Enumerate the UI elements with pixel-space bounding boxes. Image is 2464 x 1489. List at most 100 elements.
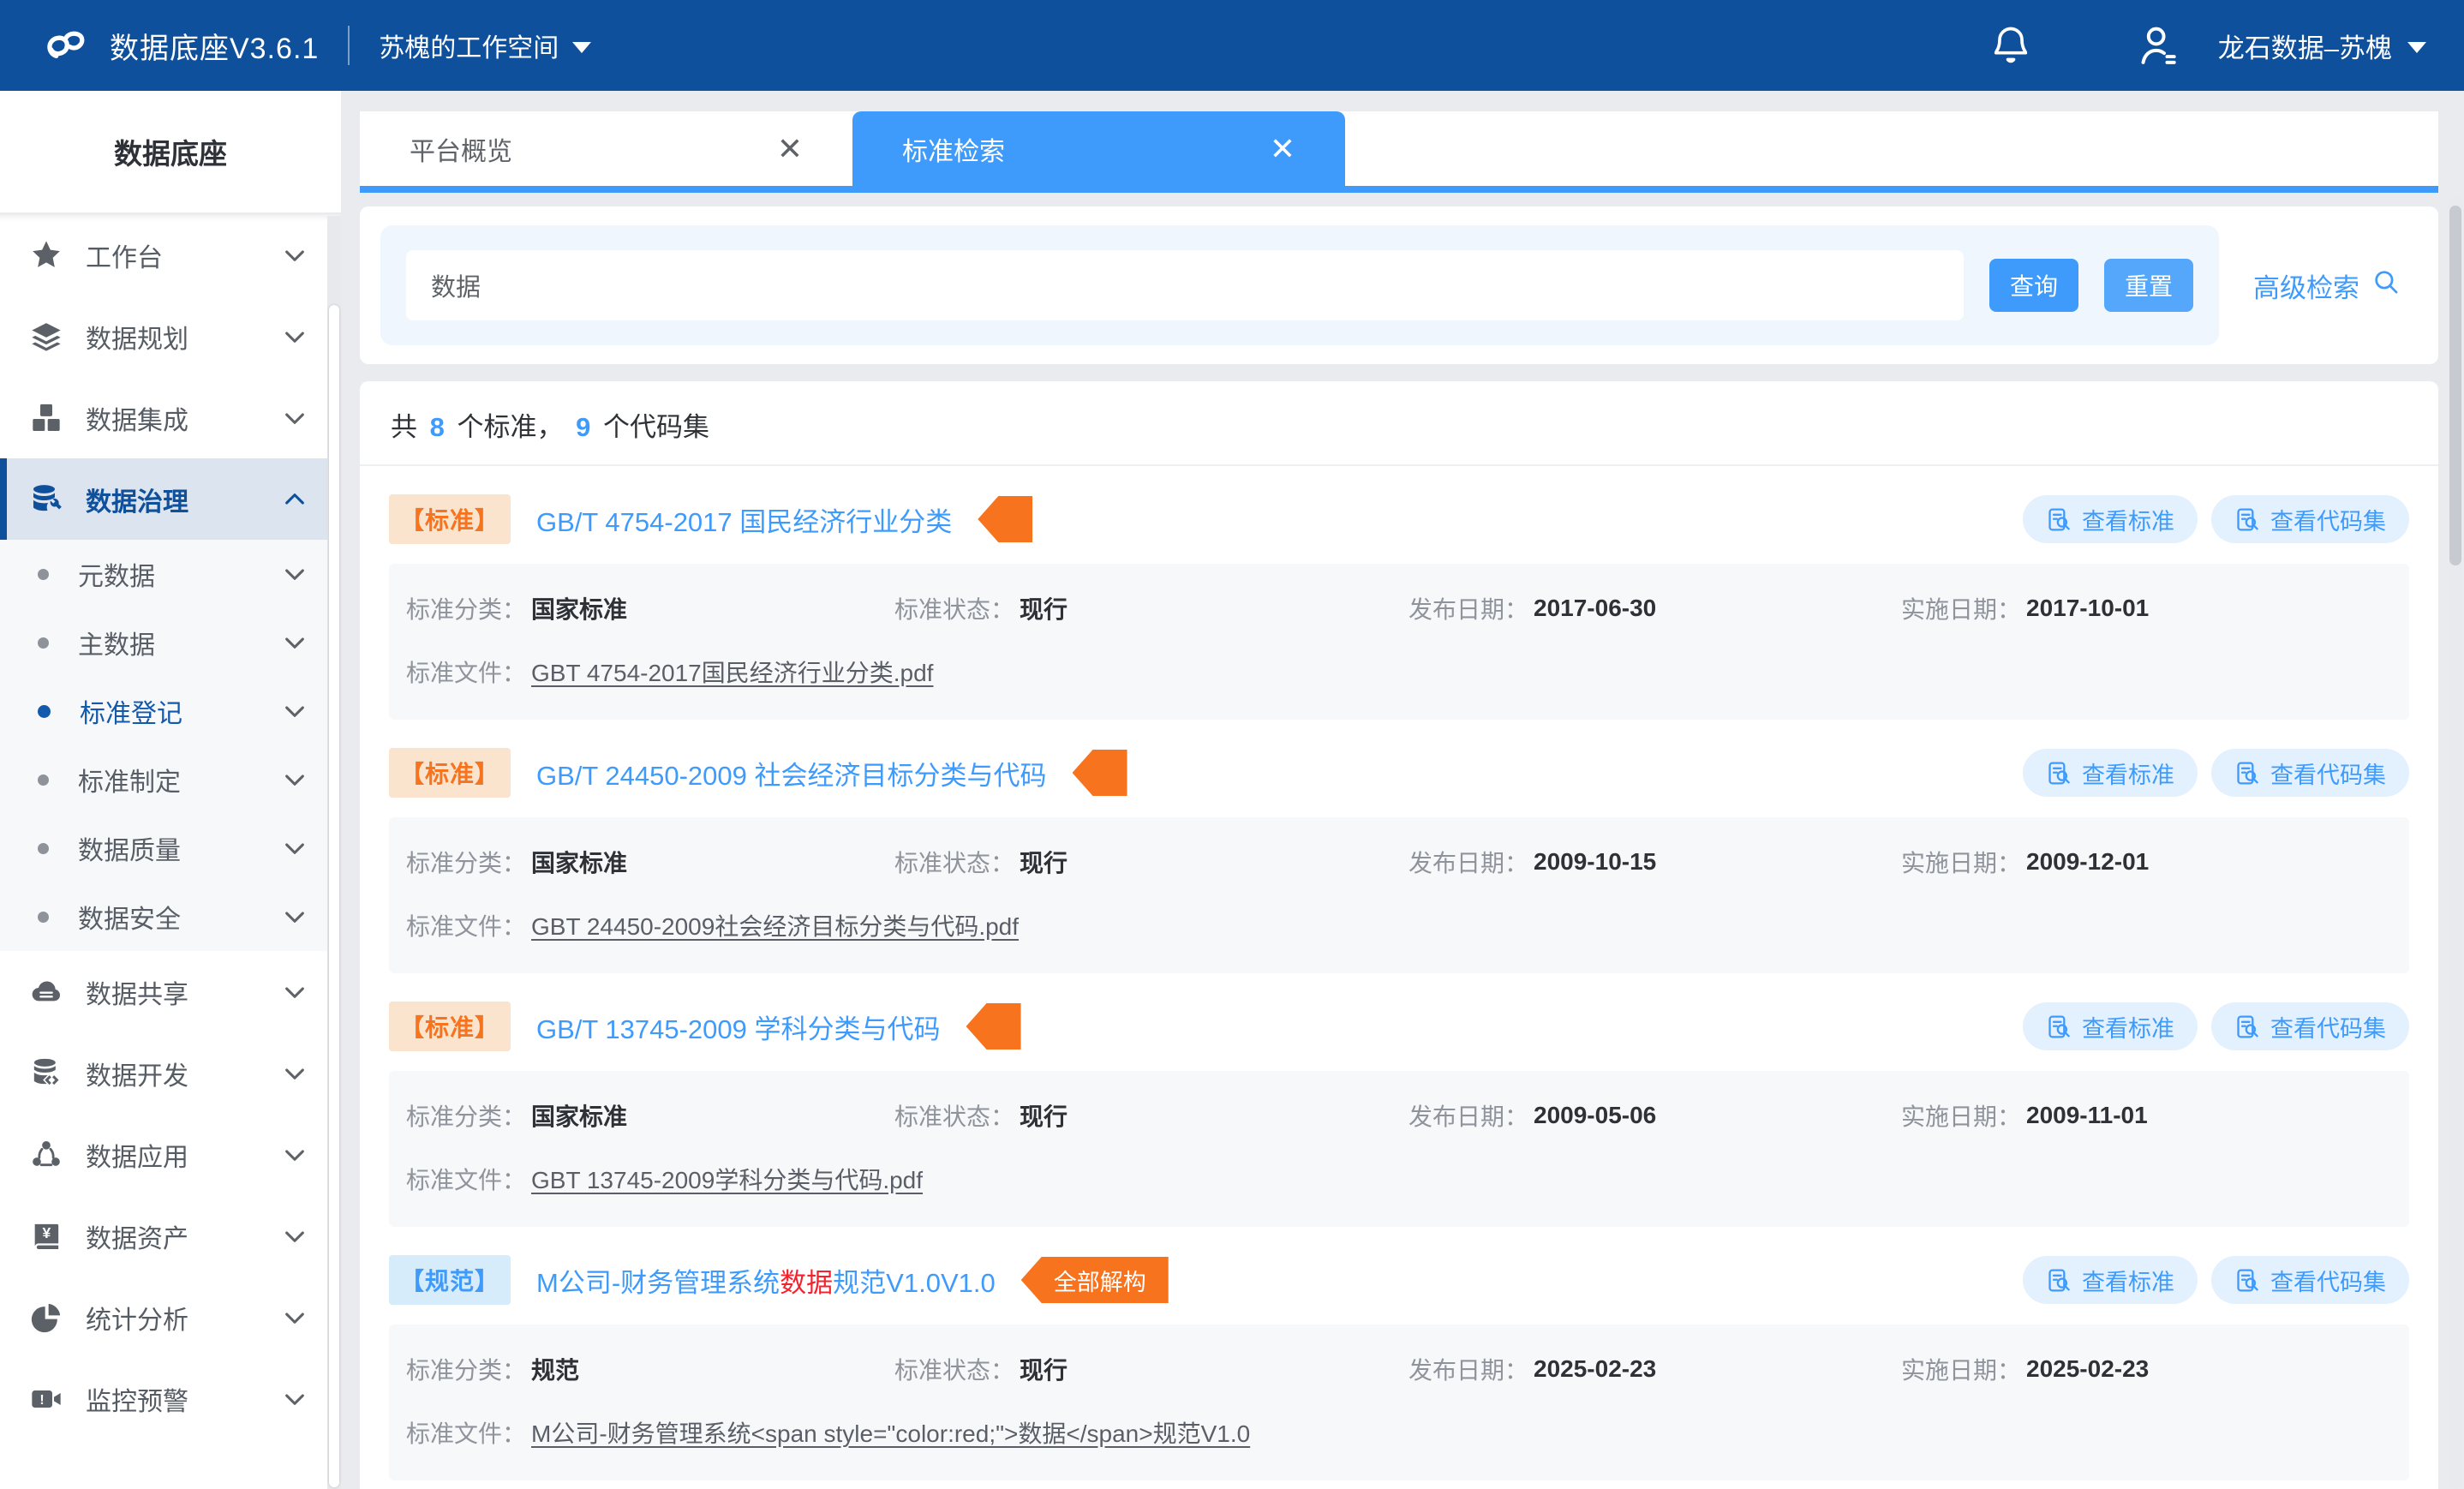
detail-category-value: 规范 <box>531 1352 579 1386</box>
view-codeset-button[interactable]: 查看代码集 <box>2211 1002 2409 1050</box>
sidebar-item-数据治理[interactable]: 数据治理 <box>0 458 341 540</box>
sidebar-item-数据开发[interactable]: 数据开发 <box>0 1032 341 1114</box>
layers-icon <box>29 320 63 354</box>
result-actions: 查看标准 查看代码集 <box>2023 1002 2409 1050</box>
result-title-link[interactable]: M公司-财务管理系统数据规范V1.0V1.0 <box>536 1261 996 1300</box>
deconstructed-tag <box>1073 750 1127 796</box>
result-detail: 标准分类：规范 标准状态：现行 发布日期：2025-02-23 实施日期：202… <box>389 1325 2409 1480</box>
search-input[interactable] <box>406 250 1964 320</box>
doc-search-icon <box>2234 1267 2261 1294</box>
user-icon <box>2134 21 2182 69</box>
bullet-dot <box>38 774 49 786</box>
sidebar-item-监控预警[interactable]: ! 监控预警 <box>0 1358 341 1439</box>
page-scrollbar-thumb[interactable] <box>2449 206 2461 565</box>
tab-标准检索[interactable]: 标准检索 ✕ <box>852 111 1345 186</box>
detail-category-value: 国家标准 <box>531 1098 627 1133</box>
detail-publish-date: 2017-06-30 <box>1534 595 1656 622</box>
detail-implement-date: 2009-11-01 <box>2026 1102 2148 1129</box>
page-scrollbar-track <box>2449 197 2462 1489</box>
result-detail: 标准分类：国家标准 标准状态：现行 发布日期：2009-10-15 实施日期：2… <box>389 817 2409 973</box>
chevron-down-icon <box>281 766 308 793</box>
standard-file-link[interactable]: GBT 4754-2017国民经济行业分类.pdf <box>531 655 933 689</box>
standard-file-link[interactable]: M公司-财务管理系统<span style="color:red;">数据</s… <box>531 1415 1250 1450</box>
query-button[interactable]: 查询 <box>1989 259 2078 312</box>
sidebar-item-工作台[interactable]: 工作台 <box>0 214 341 296</box>
chevron-up-icon <box>281 486 308 513</box>
search-panel: 查询 重置 <box>380 225 2219 345</box>
sidebar-item-数据共享[interactable]: 数据共享 <box>0 951 341 1032</box>
result-title-link[interactable]: GB/T 13745-2009 学科分类与代码 <box>536 1008 941 1046</box>
doc-search-icon <box>2234 1014 2261 1040</box>
chevron-down-icon <box>281 629 308 656</box>
result-title-link[interactable]: GB/T 24450-2009 社会经济目标分类与代码 <box>536 754 1047 792</box>
app-header: 数据底座V3.6.1 苏槐的工作空间 龙石数据–苏槐 <box>0 0 2464 91</box>
detail-implement-date: 2017-10-01 <box>2026 595 2149 622</box>
chevron-down-icon <box>281 560 308 588</box>
result-actions: 查看标准 查看代码集 <box>2023 749 2409 797</box>
bullet-dot <box>38 912 49 923</box>
bell-icon[interactable] <box>1989 23 2033 68</box>
sidebar-subitem-主数据[interactable]: 主数据 <box>0 608 341 677</box>
view-codeset-button[interactable]: 查看代码集 <box>2211 1256 2409 1304</box>
chevron-down-icon <box>281 697 308 725</box>
chevron-down-icon <box>281 242 308 269</box>
sidebar-subitem-元数据[interactable]: 元数据 <box>0 540 341 608</box>
reset-button[interactable]: 重置 <box>2104 259 2193 312</box>
close-icon[interactable]: ✕ <box>1270 134 1295 164</box>
sidebar-subitem-数据安全[interactable]: 数据安全 <box>0 882 341 951</box>
results-list: 【标准】 GB/T 4754-2017 国民经济行业分类 查看标准 <box>360 466 2438 1489</box>
view-codeset-button[interactable]: 查看代码集 <box>2211 495 2409 543</box>
app-title: 数据底座V3.6.1 <box>110 25 319 67</box>
standard-file-link[interactable]: GBT 24450-2009社会经济目标分类与代码.pdf <box>531 908 1019 942</box>
view-standard-button[interactable]: 查看标准 <box>2023 749 2198 797</box>
workspace-selector[interactable]: 苏槐的工作空间 <box>379 27 591 64</box>
view-standard-button[interactable]: 查看标准 <box>2023 1256 2198 1304</box>
standard-file-link[interactable]: GBT 13745-2009学科分类与代码.pdf <box>531 1162 923 1196</box>
database-wrench-icon <box>29 482 63 517</box>
result-title-row: 【标准】 GB/T 4754-2017 国民经济行业分类 查看标准 <box>389 487 2409 552</box>
logo-swirl-icon <box>38 19 91 72</box>
doc-search-icon <box>2046 1014 2072 1040</box>
result-item: 【标准】 GB/T 4754-2017 国民经济行业分类 查看标准 <box>389 466 2409 720</box>
close-icon[interactable]: ✕ <box>777 134 803 164</box>
sidebar-title: 数据底座 <box>0 91 341 214</box>
view-standard-button[interactable]: 查看标准 <box>2023 1002 2198 1050</box>
chevron-down-icon <box>281 903 308 930</box>
monitor-camera-icon: ! <box>29 1382 63 1416</box>
standards-count: 8 <box>425 412 450 442</box>
tab-平台概览[interactable]: 平台概览 ✕ <box>360 111 852 186</box>
chevron-down-icon <box>281 323 308 350</box>
sidebar-scrollbar-thumb[interactable] <box>329 305 339 1487</box>
sidebar-menu: 工作台 数据规划 数据集成 数据治理 元数据 主数据 标准登记 标准制定 数据质… <box>0 214 341 1439</box>
sidebar: 数据底座 工作台 数据规划 数据集成 数据治理 元数据 主数据 标准登记 标准制… <box>0 91 341 1489</box>
chevron-down-icon <box>281 1304 308 1331</box>
sidebar-item-数据应用[interactable]: 数据应用 <box>0 1114 341 1195</box>
bullet-dot <box>38 637 49 649</box>
view-codeset-button[interactable]: 查看代码集 <box>2211 749 2409 797</box>
chevron-down-icon <box>572 42 591 53</box>
magnifier-icon <box>2371 267 2401 303</box>
tab-bar: 平台概览 ✕ 标准检索 ✕ <box>360 111 2438 186</box>
bullet-dot <box>38 569 49 580</box>
result-type-badge: 【标准】 <box>389 494 511 544</box>
sidebar-subitem-数据质量[interactable]: 数据质量 <box>0 814 341 882</box>
user-menu[interactable]: 龙石数据–苏槐 <box>2134 21 2426 69</box>
detail-publish-date: 2009-10-15 <box>1534 848 1656 876</box>
sidebar-item-数据集成[interactable]: 数据集成 <box>0 377 341 458</box>
summary-mid: 个标准， <box>450 412 571 442</box>
sidebar-item-统计分析[interactable]: 统计分析 <box>0 1277 341 1358</box>
sidebar-item-数据资产[interactable]: ¥ 数据资产 <box>0 1195 341 1277</box>
detail-implement-date: 2025-02-23 <box>2026 1355 2149 1383</box>
detail-category-value: 国家标准 <box>531 845 627 879</box>
result-type-badge: 【标准】 <box>389 1002 511 1051</box>
view-standard-button[interactable]: 查看标准 <box>2023 495 2198 543</box>
result-title-link[interactable]: GB/T 4754-2017 国民经济行业分类 <box>536 500 952 539</box>
summary-suffix: 个代码集 <box>595 412 709 442</box>
chevron-down-icon <box>281 404 308 432</box>
sidebar-item-数据规划[interactable]: 数据规划 <box>0 296 341 377</box>
sidebar-subitem-标准登记[interactable]: 标准登记 <box>0 677 341 745</box>
advanced-search-link[interactable]: 高级检索 <box>2253 266 2401 305</box>
chevron-down-icon <box>281 1223 308 1250</box>
user-name: 龙石数据–苏槐 <box>2218 27 2392 65</box>
sidebar-subitem-标准制定[interactable]: 标准制定 <box>0 745 341 814</box>
